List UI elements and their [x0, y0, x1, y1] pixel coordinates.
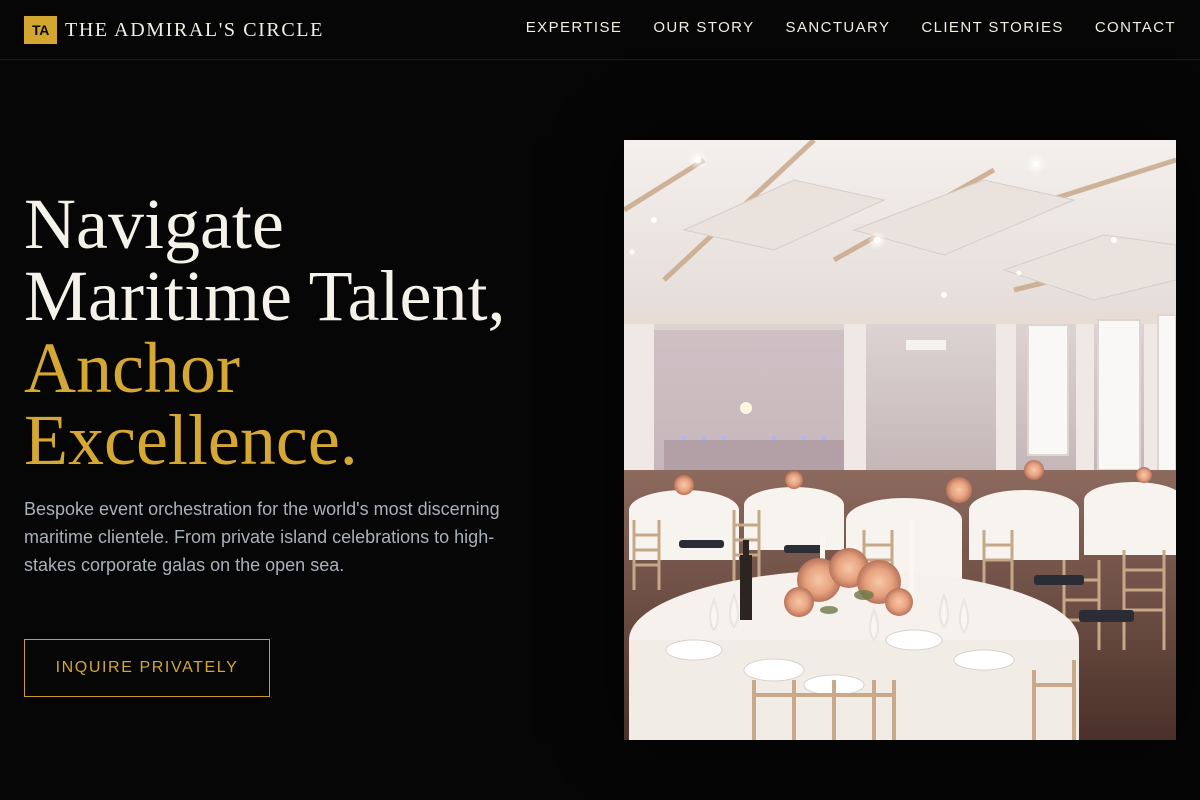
main-nav: EXPERTISE OUR STORY SANCTUARY CLIENT STO…: [495, 19, 1176, 36]
hero-headline: Navigate Maritime Talent, Anchor Excelle…: [24, 188, 604, 476]
brand-name: THE ADMIRAL'S CIRCLE: [65, 18, 324, 41]
banquet-hall-photo: [624, 140, 1176, 740]
headline-line-2: Maritime Talent,: [24, 256, 506, 336]
brand-monogram: TA: [24, 16, 57, 44]
inquire-privately-button[interactable]: INQUIRE PRIVATELY: [24, 639, 270, 697]
brand-logo-link[interactable]: TA THE ADMIRAL'S CIRCLE: [24, 16, 324, 44]
hero-description: Bespoke event orchestration for the worl…: [24, 499, 500, 575]
site-header: TA THE ADMIRAL'S CIRCLE EXPERTISE OUR ST…: [0, 0, 1200, 60]
headline-line-1: Navigate: [24, 184, 284, 264]
nav-item-client-stories[interactable]: CLIENT STORIES: [921, 19, 1063, 36]
nav-item-our-story[interactable]: OUR STORY: [653, 19, 754, 36]
nav-item-expertise[interactable]: EXPERTISE: [526, 19, 623, 36]
headline-line-3-accent: Anchor: [24, 328, 240, 408]
nav-item-contact[interactable]: CONTACT: [1095, 19, 1176, 36]
headline-line-4-accent: Excellence.: [24, 400, 358, 480]
nav-item-sanctuary[interactable]: SANCTUARY: [786, 19, 891, 36]
